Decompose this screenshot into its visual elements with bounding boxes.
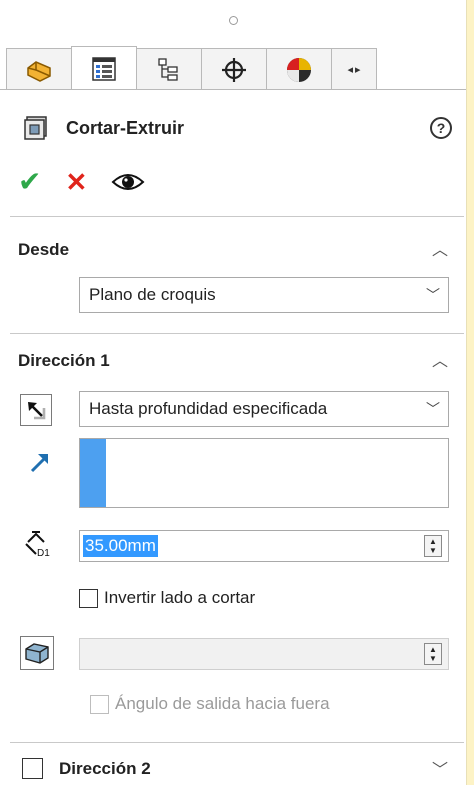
reverse-direction-icon — [28, 402, 46, 420]
draft-outward-checkbox-row[interactable]: Ángulo de salida hacia fuera — [90, 694, 330, 714]
feature-title-row: Cortar-Extruir ? — [22, 108, 452, 148]
property-manager-icon — [92, 56, 116, 81]
panel-drag-handle[interactable] — [0, 0, 466, 40]
depth-spinner[interactable]: ▲ ▼ — [424, 535, 442, 557]
expand-chevron-icon[interactable]: ﹀ — [432, 756, 448, 780]
feature-manager-icon — [27, 60, 51, 82]
flip-side-checkbox[interactable] — [79, 588, 98, 608]
draft-angle-spinner[interactable]: ▲ ▼ — [424, 643, 442, 665]
direccion2-header[interactable]: Dirección 2 — [22, 758, 151, 779]
manager-tabs: ◂ ▸ — [6, 46, 466, 90]
dimxpert-manager-tab[interactable] — [201, 48, 267, 90]
draft-angle-input[interactable]: ▲ ▼ — [79, 638, 449, 670]
draft-toggle-button[interactable] — [20, 636, 54, 670]
preview-eye-icon[interactable] — [111, 171, 145, 193]
end-condition-select[interactable]: Hasta profundidad especificada ﹀ — [79, 391, 449, 427]
spin-up-icon[interactable]: ▲ — [429, 645, 437, 654]
display-manager-tab[interactable] — [266, 48, 332, 90]
property-manager-panel: ◂ ▸ Cortar-Extruir ? ✔ ✕ Desde ︿ Plano d… — [0, 0, 467, 785]
property-manager-tab[interactable] — [71, 46, 137, 90]
scroll-right-icon[interactable]: ▸ — [355, 63, 361, 76]
feature-title: Cortar-Extruir — [66, 117, 185, 138]
cancel-x-icon[interactable]: ✕ — [65, 169, 87, 195]
spin-down-icon[interactable]: ▼ — [429, 654, 437, 663]
chevron-down-icon: ﹀ — [426, 401, 440, 417]
tabs-divider — [0, 89, 466, 90]
direccion2-section-title: Dirección 2 — [59, 758, 151, 778]
feature-manager-tab[interactable] — [6, 48, 72, 90]
direction-reference-list[interactable] — [79, 438, 449, 508]
configuration-manager-icon — [158, 57, 178, 81]
end-condition-value: Hasta profundidad especificada — [89, 399, 328, 418]
collapse-chevron-icon[interactable]: ︿ — [432, 347, 448, 371]
draft-solid-icon — [25, 643, 49, 664]
reverse-direction-button[interactable] — [20, 394, 52, 426]
direction-arrow-icon — [30, 454, 48, 473]
ok-check-icon[interactable]: ✔ — [18, 168, 41, 196]
section-divider — [10, 216, 464, 217]
draft-outward-checkbox[interactable] — [90, 694, 109, 714]
action-buttons: ✔ ✕ — [18, 162, 145, 202]
tab-scroll-buttons[interactable]: ◂ ▸ — [331, 48, 377, 90]
handle-dot-icon — [228, 15, 238, 25]
section-divider — [10, 742, 464, 743]
depth-dimension-icon: D1 — [25, 531, 50, 558]
configuration-manager-tab[interactable] — [136, 48, 202, 90]
desde-section-title[interactable]: Desde — [18, 240, 69, 260]
collapse-chevron-icon[interactable]: ︿ — [432, 236, 448, 260]
flip-side-checkbox-row[interactable]: Invertir lado a cortar — [79, 588, 255, 608]
draft-outward-label: Ángulo de salida hacia fuera — [115, 694, 330, 713]
spin-up-icon[interactable]: ▲ — [429, 537, 437, 546]
depth-value: 35.00mm — [83, 535, 158, 557]
direccion2-checkbox[interactable] — [22, 758, 43, 779]
section-divider — [10, 333, 464, 334]
scroll-left-icon[interactable]: ◂ — [347, 63, 353, 76]
cut-extrude-icon — [24, 116, 47, 140]
help-icon[interactable]: ? — [430, 117, 452, 139]
direccion1-section-title[interactable]: Dirección 1 — [18, 351, 110, 371]
desde-selected-value: Plano de croquis — [89, 285, 216, 304]
flip-side-label: Invertir lado a cortar — [104, 588, 256, 607]
display-manager-icon — [287, 57, 311, 82]
desde-select[interactable]: Plano de croquis ﹀ — [79, 277, 449, 313]
spin-down-icon[interactable]: ▼ — [429, 546, 437, 555]
list-selection-marker — [80, 439, 106, 507]
crosshair-icon — [222, 57, 246, 82]
depth-input[interactable]: 35.00mm ▲ ▼ — [79, 530, 449, 562]
svg-text:D1: D1 — [37, 548, 50, 558]
chevron-down-icon: ﹀ — [426, 287, 440, 303]
